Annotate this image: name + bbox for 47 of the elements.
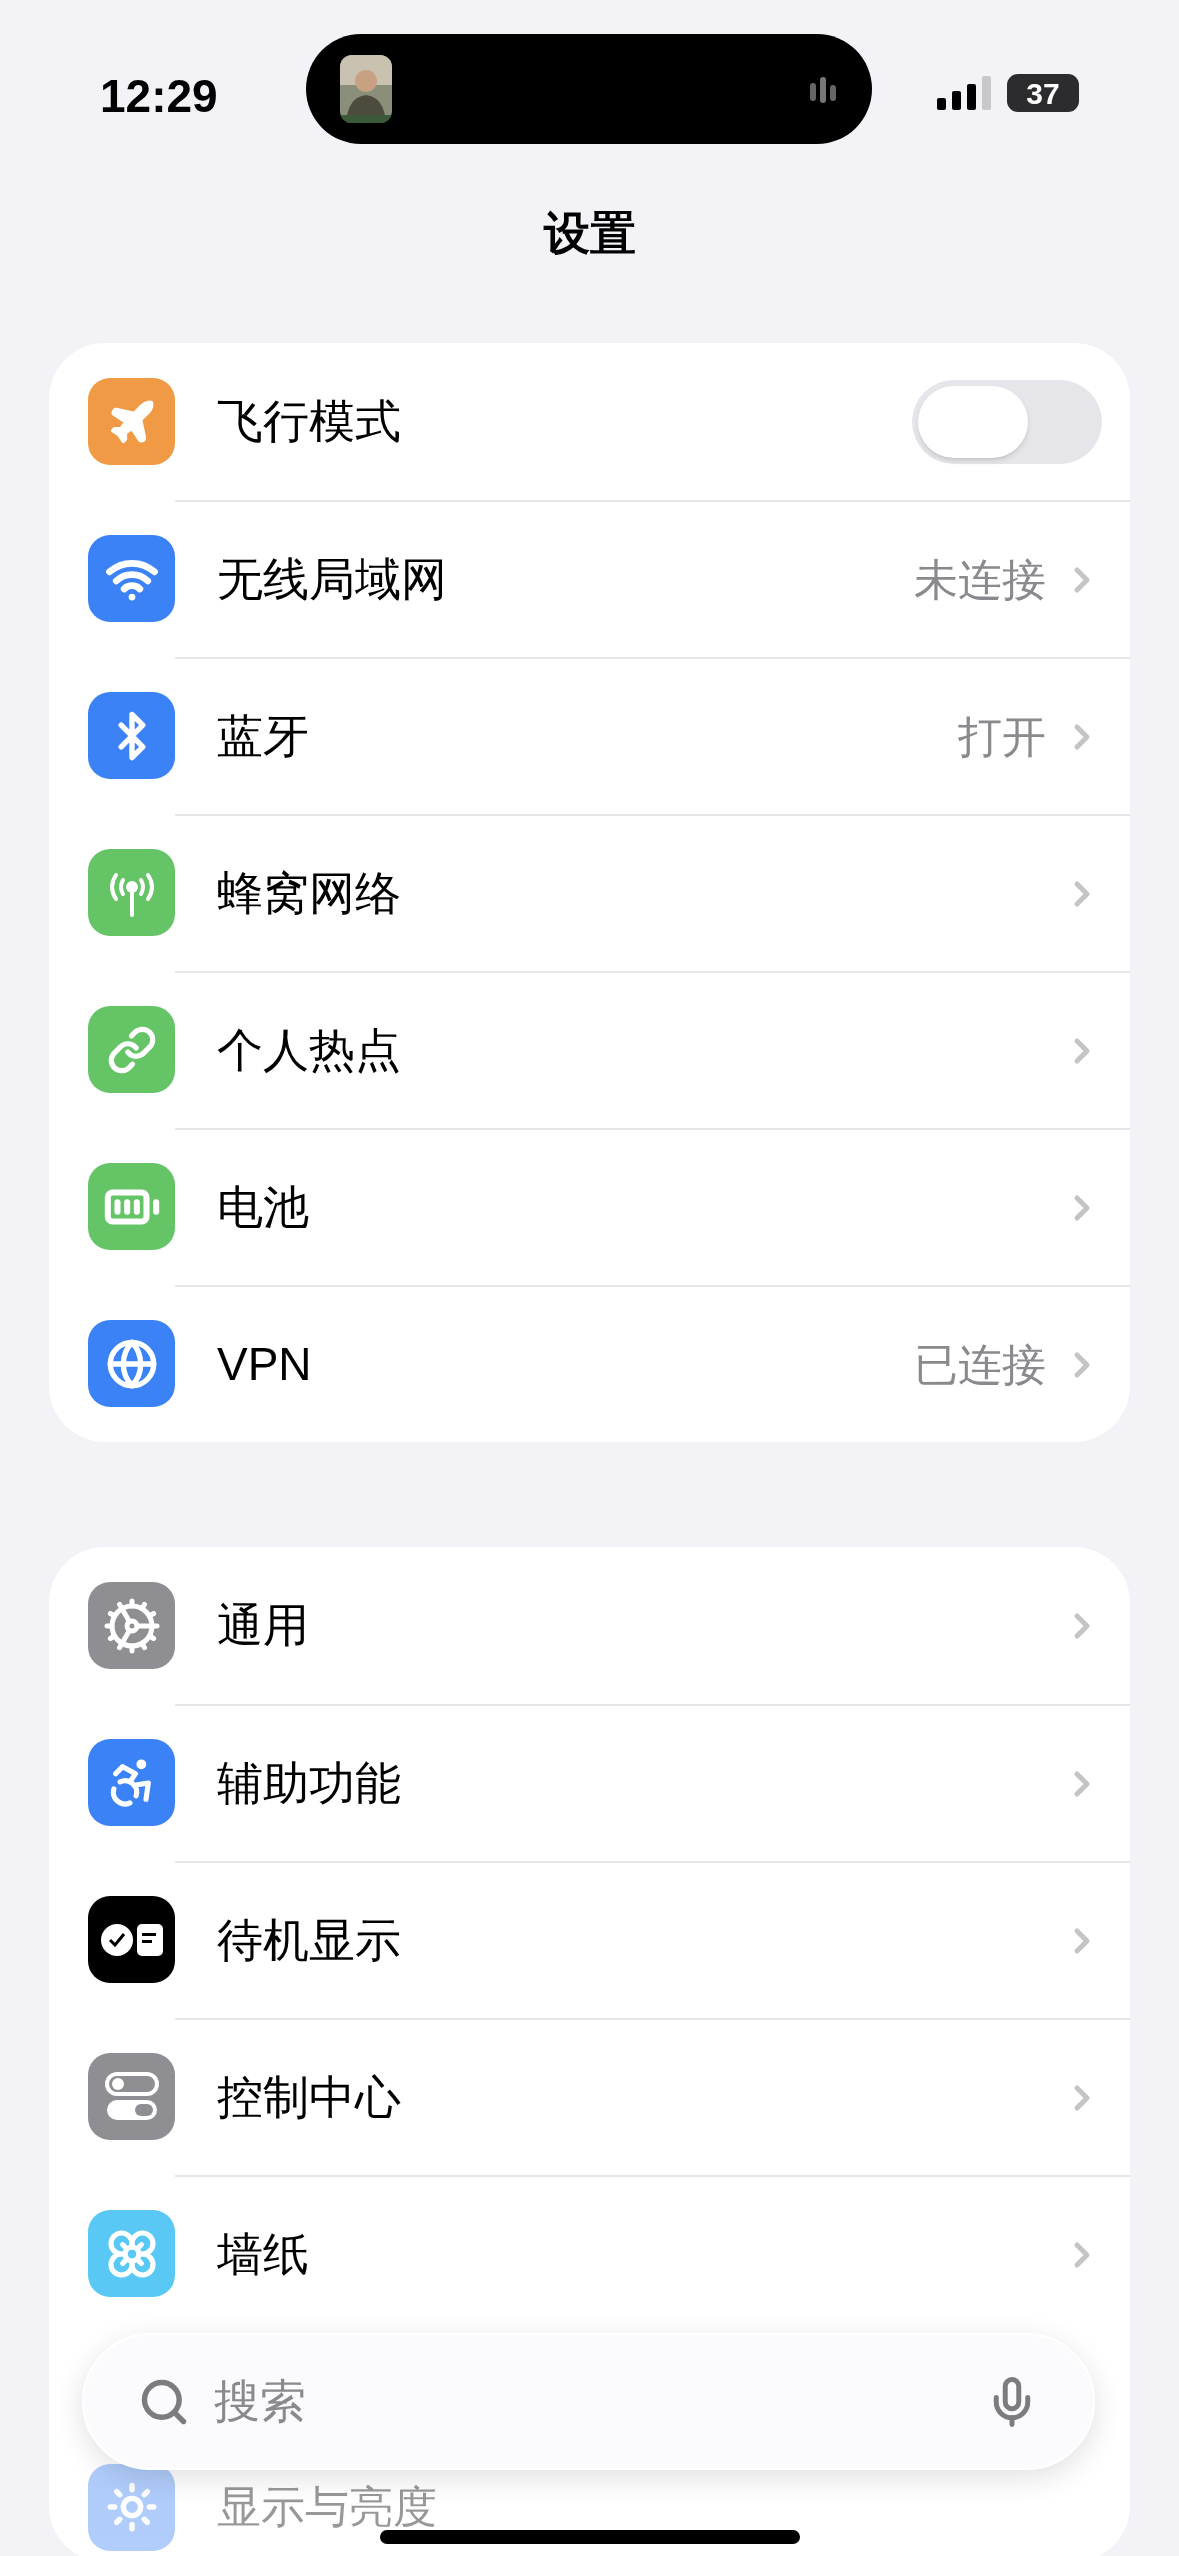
row-label: 通用 xyxy=(217,1598,310,1653)
toggles-icon xyxy=(88,2053,175,2140)
settings-row[interactable]: 辅助功能 xyxy=(49,1704,1130,1861)
row-label: 个人热点 xyxy=(217,1023,402,1078)
search-input[interactable]: 搜索 xyxy=(214,2367,961,2436)
settings-row[interactable]: 个人热点 xyxy=(49,971,1130,1128)
row-label: 蜂窝网络 xyxy=(217,866,402,921)
row-label: 待机显示 xyxy=(217,1913,402,1968)
row-label: 控制中心 xyxy=(217,2070,402,2125)
row-label: 显示与亮度 xyxy=(217,2481,437,2533)
signal-icon xyxy=(937,76,993,110)
wifi-icon xyxy=(88,535,175,622)
row-label: 飞行模式 xyxy=(217,394,402,449)
battery-icon xyxy=(88,1163,175,1250)
row-label: 蓝牙 xyxy=(217,709,310,764)
settings-row[interactable]: 蜂窝网络 xyxy=(49,814,1130,971)
search-field[interactable]: 搜索 xyxy=(82,2333,1095,2470)
sun-icon xyxy=(88,2463,175,2551)
row-label: VPN xyxy=(217,1337,313,1392)
clock-widget-icon xyxy=(88,1896,175,1983)
settings-row[interactable]: 蓝牙 打开 xyxy=(49,657,1130,814)
settings-row[interactable]: 控制中心 xyxy=(49,2018,1130,2175)
settings-row[interactable]: 无线局域网 未连接 xyxy=(49,500,1130,657)
row-label: 无线局域网 xyxy=(217,552,448,607)
accessibility-icon xyxy=(88,1739,175,1826)
battery-indicator: 37 xyxy=(1007,74,1079,112)
row-value: 已连接 xyxy=(914,1338,1046,1391)
settings-row[interactable]: 墙纸 xyxy=(49,2175,1130,2332)
settings-row[interactable]: 飞行模式 xyxy=(49,343,1130,500)
settings-row[interactable]: VPN 已连接 xyxy=(49,1285,1130,1442)
settings-row[interactable]: 电池 xyxy=(49,1128,1130,1285)
airplane-icon xyxy=(88,378,175,465)
settings-row[interactable]: 通用 xyxy=(49,1547,1130,1704)
settings-row[interactable]: 待机显示 xyxy=(49,1861,1130,2018)
bluetooth-icon xyxy=(88,692,175,779)
flower-icon xyxy=(88,2210,175,2297)
row-value: 打开 xyxy=(958,710,1046,763)
row-value: 未连接 xyxy=(914,553,1046,606)
page-title: 设置 xyxy=(543,210,636,261)
gear-icon xyxy=(88,1582,175,1669)
row-label: 墙纸 xyxy=(217,2227,310,2282)
globe-icon xyxy=(88,1320,175,1407)
status-time: 12:29 xyxy=(100,69,219,124)
antenna-icon xyxy=(88,849,175,936)
link-icon xyxy=(88,1006,175,1093)
row-label: 辅助功能 xyxy=(217,1756,402,1811)
row-label: 电池 xyxy=(217,1180,310,1235)
